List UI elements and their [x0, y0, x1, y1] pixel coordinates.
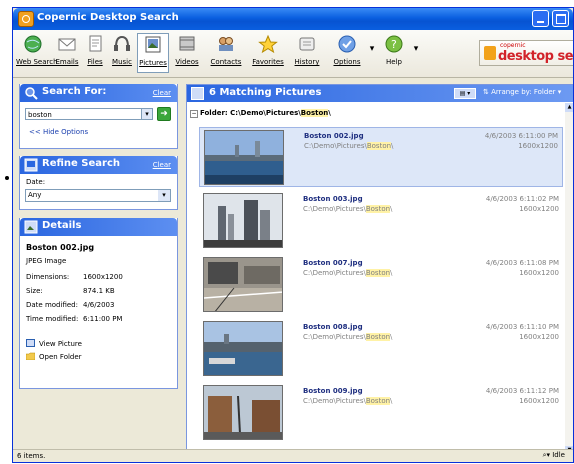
refine-panel: Refine Search Clear Date: Any ▾ — [19, 156, 178, 210]
result-row[interactable]: Boston 008.jpg C:\Demo\Pictures\Boston\ … — [199, 319, 563, 379]
size-value: 874.1 KB — [83, 287, 115, 295]
results-pane: 6 Matching Pictures ▤ ▾ ⇅ Arrange by: Fo… — [186, 84, 573, 456]
minimize-button[interactable] — [532, 10, 549, 27]
globe-icon — [22, 34, 44, 54]
envelope-icon — [56, 34, 78, 54]
search-panel: Search For: Clear boston ▾ ➜ << Hide Opt… — [19, 84, 178, 149]
contacts-icon — [215, 34, 237, 54]
arrange-by-button[interactable]: ⇅ Arrange by: Folder ▾ — [483, 88, 561, 96]
film-icon — [176, 34, 198, 54]
thumbnail-image[interactable] — [204, 130, 284, 185]
app-window: Copernic Desktop Search Web Search Email… — [12, 7, 574, 463]
bullet-dot — [5, 176, 9, 180]
history-button[interactable]: History — [291, 33, 323, 73]
app-icon — [18, 11, 34, 27]
collapse-icon[interactable]: − — [190, 110, 198, 118]
folder-icon — [25, 352, 36, 361]
time-modified-value: 6:11:00 PM — [83, 315, 123, 323]
details-filetype: JPEG Image — [26, 257, 67, 265]
svg-text:?: ? — [391, 38, 397, 51]
date-label: Date: — [26, 178, 46, 186]
details-panel: Details Boston 002.jpg JPEG Image Dimens… — [19, 218, 178, 389]
sort-az-icon: ⇅ — [483, 88, 492, 96]
files-button[interactable]: Files — [83, 33, 107, 73]
picture-icon — [142, 35, 164, 55]
status-item-count: 6 items. — [17, 452, 46, 460]
videos-button[interactable]: Videos — [172, 33, 202, 73]
date-select-value: Any — [28, 191, 42, 199]
result-path: C:\Demo\Pictures\Boston\ — [303, 205, 393, 213]
size-label: Size: — [26, 287, 43, 295]
view-picture-link[interactable]: View Picture — [26, 339, 82, 348]
brand-logo[interactable]: copernic desktop search — [479, 40, 573, 66]
result-row[interactable]: Boston 009.jpg C:\Demo\Pictures\Boston\ … — [199, 383, 563, 443]
chevron-down-icon: ▾ — [158, 190, 170, 201]
refine-picture-icon — [24, 158, 38, 172]
thumbnail-image[interactable] — [203, 385, 283, 440]
search-history-dropdown[interactable]: ▾ — [142, 108, 153, 120]
hide-options-link[interactable]: << Hide Options — [29, 128, 88, 136]
vertical-scrollbar[interactable]: ▲ ▼ — [565, 103, 573, 455]
refine-panel-header: Refine Search Clear — [20, 156, 177, 174]
status-bar: 6 items. ⌕▾ Idle — [13, 449, 573, 462]
history-icon — [296, 34, 318, 54]
results-header: 6 Matching Pictures ▤ ▾ ⇅ Arrange by: Fo… — [187, 85, 573, 102]
toolbar: Web Search Emails Files Music Pictures V… — [13, 30, 573, 78]
headphones-icon — [111, 34, 133, 54]
date-select[interactable]: Any ▾ — [25, 189, 171, 202]
status-state: ⌕▾ Idle — [542, 451, 565, 459]
result-path: C:\Demo\Pictures\Boston\ — [303, 333, 393, 341]
refine-clear-link[interactable]: Clear — [153, 161, 171, 169]
details-filename: Boston 002.jpg — [26, 243, 95, 252]
options-dropdown-icon[interactable]: ▾ — [369, 44, 375, 84]
pictures-results-icon — [191, 87, 204, 100]
window-title: Copernic Desktop Search — [37, 12, 179, 23]
result-path: C:\Demo\Pictures\Boston\ — [303, 397, 393, 405]
date-modified-value: 4/6/2003 — [83, 301, 115, 309]
result-path: C:\Demo\Pictures\Boston\ — [304, 142, 394, 150]
folder-group-header[interactable]: − Folder: C:\Demo\Pictures\Boston\ — [190, 109, 331, 118]
help-button[interactable]: ? Help — [379, 33, 409, 73]
thumbnail-image[interactable] — [203, 193, 283, 248]
document-icon — [84, 34, 106, 54]
thumbnail-image[interactable] — [203, 321, 283, 376]
star-icon — [257, 34, 279, 54]
help-dropdown-icon[interactable]: ▾ — [413, 44, 419, 84]
copernic-logo-icon — [484, 46, 496, 60]
checkmark-icon — [336, 34, 358, 54]
search-go-button[interactable]: ➜ — [157, 107, 171, 121]
magnifier-icon — [24, 86, 38, 100]
result-row[interactable]: Boston 007.jpg C:\Demo\Pictures\Boston\ … — [199, 255, 563, 315]
dimensions-label: Dimensions: — [26, 273, 70, 281]
favorites-button[interactable]: Favorites — [249, 33, 287, 73]
pictures-button[interactable]: Pictures — [137, 33, 169, 73]
music-button[interactable]: Music — [109, 33, 135, 73]
contacts-button[interactable]: Contacts — [207, 33, 245, 73]
search-panel-header: Search For: Clear — [20, 84, 177, 102]
result-row[interactable]: Boston 002.jpg C:\Demo\Pictures\Boston\ … — [199, 127, 563, 187]
thumbnail-image[interactable] — [203, 257, 283, 312]
result-row[interactable]: Boston 003.jpg C:\Demo\Pictures\Boston\ … — [199, 191, 563, 251]
date-modified-label: Date modified: — [26, 301, 78, 309]
search-clear-link[interactable]: Clear — [153, 89, 171, 97]
search-input[interactable]: boston — [25, 108, 142, 120]
options-button[interactable]: Options — [331, 33, 363, 73]
details-panel-header: Details — [20, 218, 177, 236]
search-status-icon: ⌕▾ — [542, 451, 553, 459]
emails-button[interactable]: Emails — [53, 33, 81, 73]
view-mode-button[interactable]: ▤ ▾ — [454, 88, 476, 99]
title-bar[interactable]: Copernic Desktop Search — [13, 8, 573, 30]
web-search-button[interactable]: Web Search — [16, 33, 58, 73]
dimensions-value: 1600x1200 — [83, 273, 123, 281]
maximize-button[interactable] — [552, 10, 569, 27]
view-picture-icon — [26, 339, 35, 347]
time-modified-label: Time modified: — [26, 315, 79, 323]
help-icon: ? — [383, 34, 405, 54]
result-path: C:\Demo\Pictures\Boston\ — [303, 269, 393, 277]
open-folder-link[interactable]: Open Folder — [25, 352, 82, 361]
details-picture-icon — [24, 220, 38, 234]
scroll-up-icon[interactable]: ▲ — [565, 103, 573, 112]
